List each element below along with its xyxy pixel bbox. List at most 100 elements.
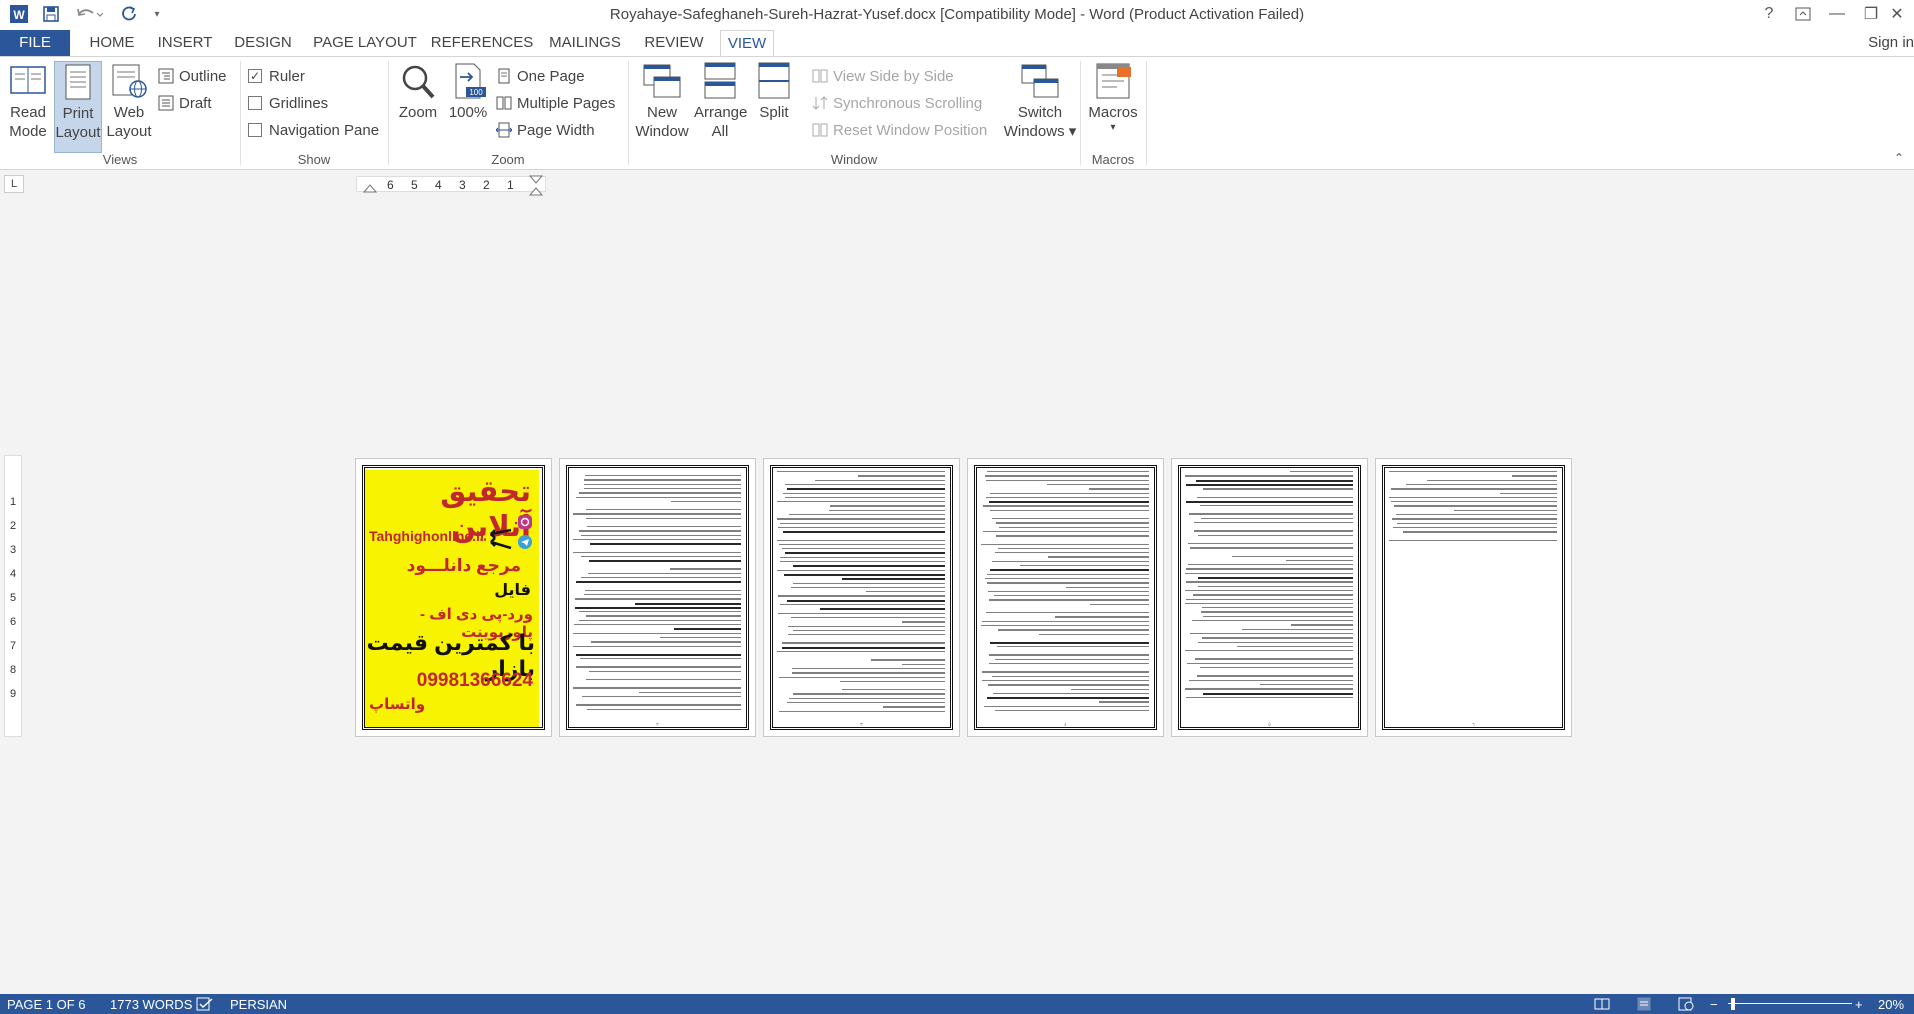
tab-file[interactable]: FILE [0,30,70,56]
zoom-level[interactable]: 20% [1878,997,1904,1012]
minimize-button[interactable]: — [1820,2,1854,26]
document-canvas[interactable]: تحقیق آنلاین Tahghighonline.ir مرجع دانل… [30,196,1914,996]
save-icon[interactable] [40,3,62,25]
zoom-group-label: Zoom [491,152,525,167]
left-indent-marker[interactable] [363,183,377,193]
text-line [1090,603,1149,606]
text-line [1038,633,1149,635]
text-line [573,687,741,689]
redo-icon[interactable] [118,3,140,25]
zoom-slider[interactable] [1728,1003,1852,1004]
page-1[interactable]: تحقیق آنلاین Tahghighonline.ir مرجع دانل… [355,458,552,737]
text-line [1188,679,1353,681]
ruler-checkbox[interactable]: ✓ Ruler [248,65,305,87]
text-line [574,598,741,600]
horizontal-ruler[interactable]: 6 5 4 3 2 1 [356,175,546,196]
page-2[interactable]: ٢ [559,458,756,737]
read-mode-button[interactable]: Read Mode [6,61,50,141]
vertical-ruler[interactable]: 1 2 3 4 5 6 7 8 9 [4,455,22,737]
page-width-button[interactable]: Page Width [495,119,595,141]
arrange-all-button[interactable]: Arrange All [694,61,747,141]
text-line [784,552,945,555]
text-line [580,534,741,536]
tab-design[interactable]: DESIGN [228,30,298,56]
text-line [792,565,945,568]
gridlines-checkbox[interactable]: Gridlines [248,92,328,114]
new-window-button[interactable]: New Window [632,61,692,141]
text-line [1047,556,1149,558]
text-line [578,619,741,622]
tab-view[interactable]: VIEW [720,30,774,57]
split-button[interactable]: Split [750,61,798,122]
page-6[interactable]: ٦ [1375,458,1572,737]
reset-window-position-button[interactable]: Reset Window Position [812,119,987,141]
proofing-icon[interactable] [196,997,214,1014]
text-line [1197,534,1353,536]
text-line [1046,483,1149,486]
switch-windows-icon [1020,61,1060,101]
multiple-pages-button[interactable]: Multiple Pages [496,92,615,114]
collapse-ribbon-icon[interactable]: ⌃ [1894,151,1904,165]
page-width-icon [495,122,513,138]
tab-references[interactable]: REFERENCES [430,30,534,56]
print-layout-button[interactable]: Print Layout [54,61,102,153]
text-line [994,658,1149,661]
text-line [992,560,1149,563]
text-line [993,595,1149,597]
tab-page-layout[interactable]: PAGE LAYOUT [310,30,420,56]
text-line [1185,650,1353,652]
ribbon-display-options-icon[interactable] [1786,2,1820,26]
read-mode-view-icon[interactable] [1594,997,1610,1014]
text-line [777,471,945,473]
tab-home[interactable]: HOME [82,30,142,56]
web-layout-button[interactable]: Web Layout [106,61,152,141]
view-side-by-side-button[interactable]: View Side by Side [812,65,954,87]
print-layout-view-icon[interactable] [1636,997,1652,1014]
tab-review[interactable]: REVIEW [636,30,712,56]
customize-qat-icon[interactable]: ▾ [150,3,164,25]
one-page-button[interactable]: One Page [496,65,585,87]
zoom-slider-thumb[interactable] [1731,998,1735,1010]
text-line [793,693,945,695]
text-line [587,526,741,528]
page-4[interactable]: ٤ [967,458,1164,737]
text-line [780,561,945,563]
sign-in-link[interactable]: Sign in [1868,34,1914,51]
text-line [995,522,1149,524]
outline-button[interactable]: Outline [158,65,227,87]
draft-button[interactable]: Draft [158,92,212,114]
help-button[interactable]: ? [1752,2,1786,26]
synchronous-scrolling-button[interactable]: Synchronous Scrolling [812,92,982,114]
text-line [988,501,1149,504]
text-line [574,624,741,626]
page-count[interactable]: PAGE 1 OF 6 [7,997,86,1012]
word-count[interactable]: 1773 WORDS [110,997,192,1012]
separator [628,61,629,165]
page-3[interactable]: ٣ [763,458,960,737]
web-layout-view-icon[interactable] [1678,997,1694,1014]
text-line [994,710,1149,712]
undo-icon[interactable] [74,3,104,25]
text-line [1196,479,1353,482]
page-5[interactable]: ٥ [1171,458,1368,737]
switch-windows-button[interactable]: Switch Windows ▾ [994,61,1086,141]
word-logo-icon[interactable]: W [8,3,30,25]
text-line [987,590,1149,593]
text-line [815,479,945,481]
tab-mailings[interactable]: MAILINGS [544,30,626,56]
zoom-100-button[interactable]: 100 100% [446,61,490,122]
right-indent-marker[interactable] [529,175,543,197]
close-button[interactable]: ✕ [1880,2,1914,26]
language-indicator[interactable]: PERSIAN [230,997,287,1012]
text-line [777,651,945,653]
zoom-out-button[interactable]: − [1710,997,1718,1012]
magnifier-icon [398,61,438,101]
navigation-pane-checkbox[interactable]: Navigation Pane [248,119,379,141]
text-line [573,551,741,553]
text-line [986,471,1149,473]
zoom-in-button[interactable]: + [1855,997,1863,1012]
zoom-button[interactable]: Zoom [396,61,440,122]
macros-button[interactable]: Macros ▾ [1086,61,1140,134]
tab-selector[interactable]: L [4,175,24,193]
tab-insert[interactable]: INSERT [152,30,218,56]
